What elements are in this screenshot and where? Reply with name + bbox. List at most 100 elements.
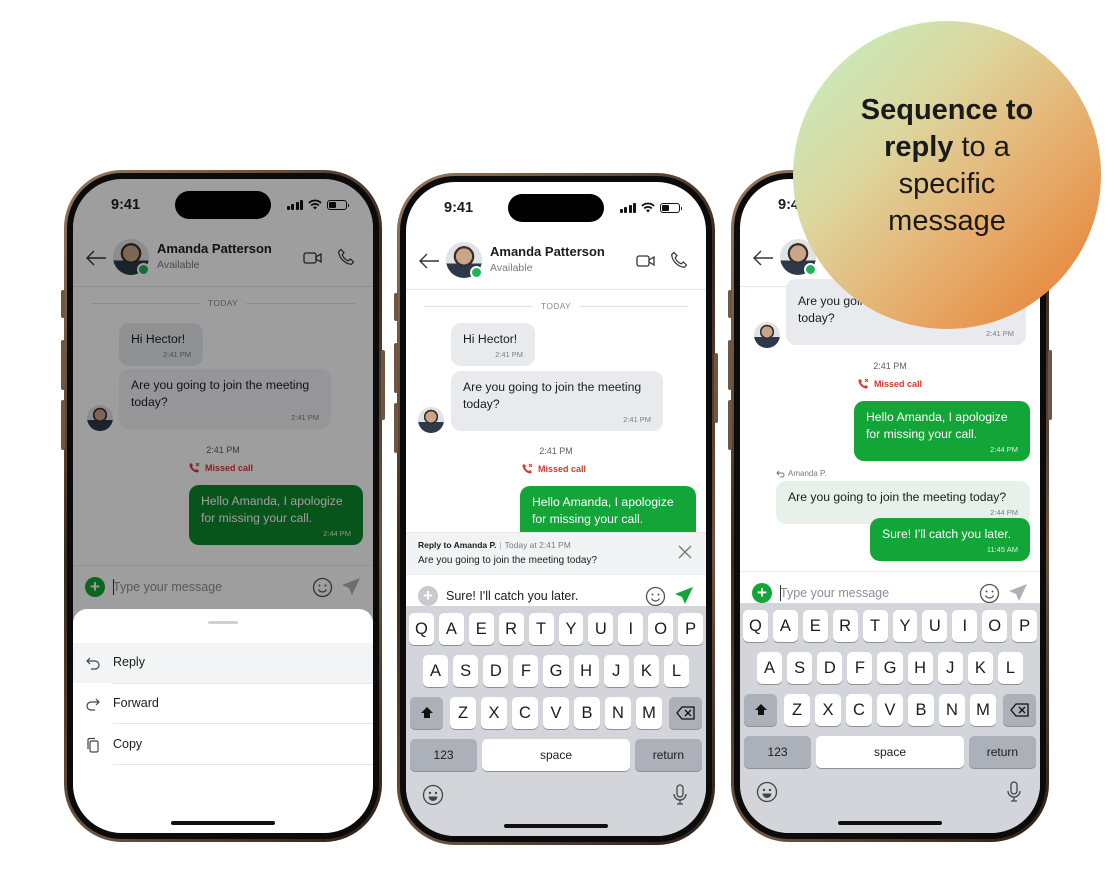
plus-circle-icon[interactable]: + (752, 583, 772, 603)
key[interactable]: A (772, 610, 798, 642)
message-bubble-outgoing-reply[interactable]: Sure! I'll catch you later. 11:45 AM (870, 518, 1030, 561)
key[interactable]: A (423, 655, 449, 687)
paper-plane-icon[interactable] (674, 586, 694, 606)
key[interactable]: P (1012, 610, 1038, 642)
status-bar: 9:41 (406, 182, 706, 232)
key[interactable]: D (817, 652, 843, 684)
key[interactable]: G (877, 652, 903, 684)
message-bubble-incoming[interactable]: Are you going to join the meeting today?… (451, 371, 663, 431)
arrow-left-icon[interactable] (752, 249, 774, 267)
key[interactable]: K (967, 652, 993, 684)
key[interactable]: H (907, 652, 933, 684)
key[interactable]: L (997, 652, 1023, 684)
shift-key[interactable] (744, 694, 777, 726)
key[interactable]: C (846, 694, 872, 726)
key[interactable]: Q (408, 613, 434, 645)
reply-preview-title: Reply to Amanda P. | Today at 2:41 PM (418, 540, 571, 550)
key[interactable]: F (847, 652, 873, 684)
emoji-keyboard-icon[interactable] (422, 784, 444, 806)
key[interactable]: S (787, 652, 813, 684)
numbers-key[interactable]: 123 (744, 736, 812, 768)
message-text: Sure! I'll catch you later. (882, 527, 1012, 541)
divider (113, 683, 373, 684)
key[interactable]: M (636, 697, 662, 729)
key[interactable]: V (877, 694, 903, 726)
side-button (728, 340, 732, 390)
key[interactable]: N (939, 694, 965, 726)
emoji-keyboard-icon[interactable] (756, 781, 778, 803)
message-time: 2:41 PM (986, 329, 1014, 338)
key[interactable]: R (498, 613, 524, 645)
key[interactable]: Y (558, 613, 584, 645)
key[interactable]: I (618, 613, 644, 645)
space-key[interactable]: space (816, 736, 964, 768)
shift-arrow-icon (420, 707, 433, 718)
action-reply[interactable]: Reply (73, 643, 373, 683)
callout-line-4: message (888, 205, 1006, 237)
key[interactable]: J (937, 652, 963, 684)
plus-circle-icon[interactable]: + (418, 586, 438, 606)
key[interactable]: R (832, 610, 858, 642)
backspace-key[interactable] (669, 697, 702, 729)
key[interactable]: H (573, 655, 599, 687)
arrow-left-icon[interactable] (418, 252, 440, 270)
key[interactable]: X (481, 697, 507, 729)
key[interactable]: Z (450, 697, 476, 729)
key[interactable]: T (862, 610, 888, 642)
keyboard-row-4: 123 space return (740, 736, 1040, 768)
key[interactable]: J (603, 655, 629, 687)
key[interactable]: X (815, 694, 841, 726)
key[interactable]: A (757, 652, 783, 684)
smiley-icon[interactable] (979, 583, 1000, 604)
key[interactable]: L (663, 655, 689, 687)
key[interactable]: O (982, 610, 1008, 642)
key[interactable]: B (908, 694, 934, 726)
key[interactable]: Y (892, 610, 918, 642)
message-bubble-incoming[interactable]: Hi Hector! 2:41 PM (451, 323, 535, 366)
key[interactable]: P (678, 613, 704, 645)
key[interactable]: S (453, 655, 479, 687)
side-button (728, 400, 732, 450)
key[interactable]: N (605, 697, 631, 729)
key[interactable]: E (802, 610, 828, 642)
action-copy[interactable]: Copy (73, 725, 373, 765)
message-input[interactable] (780, 582, 970, 604)
sheet-grabber[interactable] (208, 621, 238, 624)
smiley-icon[interactable] (645, 586, 666, 607)
key[interactable]: T (528, 613, 554, 645)
dynamic-island (508, 194, 604, 222)
key[interactable]: Z (784, 694, 810, 726)
message-input[interactable] (446, 585, 636, 607)
key[interactable]: Q (742, 610, 768, 642)
action-forward[interactable]: Forward (73, 683, 373, 724)
key[interactable]: D (483, 655, 509, 687)
key[interactable]: O (648, 613, 674, 645)
key[interactable]: F (513, 655, 539, 687)
key[interactable]: V (543, 697, 569, 729)
key[interactable]: U (922, 610, 948, 642)
shift-key[interactable] (410, 697, 443, 729)
key[interactable]: U (588, 613, 614, 645)
microphone-icon[interactable] (1006, 781, 1022, 803)
return-key[interactable]: return (634, 739, 702, 771)
key[interactable]: B (574, 697, 600, 729)
side-button (61, 290, 65, 318)
key[interactable]: C (512, 697, 538, 729)
space-key[interactable]: space (482, 739, 630, 771)
key[interactable]: E (468, 613, 494, 645)
contact-status: Available (490, 262, 533, 274)
key[interactable]: M (970, 694, 996, 726)
message-bubble-outgoing[interactable]: Hello Amanda, I apologize for missing yo… (854, 401, 1030, 461)
microphone-icon[interactable] (672, 784, 688, 806)
key[interactable]: G (543, 655, 569, 687)
numbers-key[interactable]: 123 (410, 739, 478, 771)
key[interactable]: K (633, 655, 659, 687)
paper-plane-icon[interactable] (1008, 583, 1028, 603)
key[interactable]: I (952, 610, 978, 642)
backspace-key[interactable] (1003, 694, 1036, 726)
close-x-icon[interactable] (678, 545, 692, 559)
phone-icon[interactable] (670, 251, 688, 269)
return-key[interactable]: return (968, 736, 1036, 768)
video-camera-icon[interactable] (636, 253, 656, 269)
key[interactable]: A (438, 613, 464, 645)
